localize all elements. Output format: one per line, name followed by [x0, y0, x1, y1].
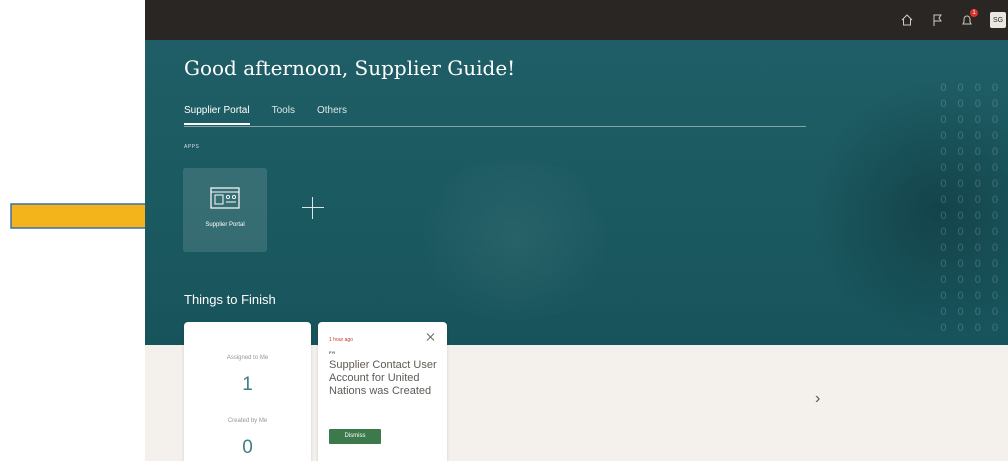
background-pattern: 0 0 0 0 0 0 0 0 0 0 0 0 0 0 0 0 0 0 0 0 … — [940, 82, 1002, 334]
app-tile-supplier-portal[interactable]: Supplier Portal — [183, 168, 267, 252]
close-icon[interactable] — [427, 333, 435, 341]
tab-tools[interactable]: Tools — [272, 105, 295, 125]
global-header: 1 SG — [145, 0, 1008, 40]
notification-time: 1 hour ago — [329, 337, 353, 343]
user-avatar[interactable]: SG — [990, 12, 1006, 28]
assigned-to-me-count[interactable]: 1 — [184, 374, 311, 396]
supplier-portal-icon — [210, 187, 240, 209]
notification-card[interactable]: 1 hour ago FYI Supplier Contact User Acc… — [318, 322, 447, 461]
greeting-title: Good afternoon, Supplier Guide! — [184, 56, 516, 80]
tabs-divider — [184, 126, 806, 127]
chevron-right-icon[interactable]: › — [815, 390, 820, 408]
created-by-me-count[interactable]: 0 — [184, 437, 311, 459]
tab-supplier-portal[interactable]: Supplier Portal — [184, 105, 250, 125]
add-app-icon[interactable] — [302, 197, 324, 219]
home-icon[interactable] — [900, 13, 914, 27]
apps-section-label: APPS — [184, 144, 200, 150]
things-to-finish-summary-card[interactable]: Assigned to Me 1 Created by Me 0 — [184, 322, 311, 461]
app-tile-label: Supplier Portal — [205, 222, 245, 228]
things-to-finish-title: Things to Finish — [184, 292, 276, 307]
dismiss-button[interactable]: Dismiss — [329, 429, 381, 444]
background-decoration — [405, 160, 625, 320]
springboard-tabs: Supplier Portal Tools Others — [184, 105, 369, 125]
notifications-icon[interactable]: 1 — [960, 9, 978, 27]
oracle-home-screen: 1 SG 0 0 0 0 0 0 0 0 0 0 0 0 0 0 0 0 0 0… — [145, 0, 1008, 461]
notification-badge: 1 — [970, 9, 978, 17]
created-by-me-label: Created by Me — [227, 418, 268, 424]
notification-tag: FYI — [329, 350, 336, 355]
assigned-to-me-label: Assigned to Me — [226, 355, 269, 361]
tab-others[interactable]: Others — [317, 105, 347, 125]
flag-icon[interactable] — [930, 13, 944, 27]
notification-message[interactable]: Supplier Contact User Account for United… — [329, 359, 441, 398]
